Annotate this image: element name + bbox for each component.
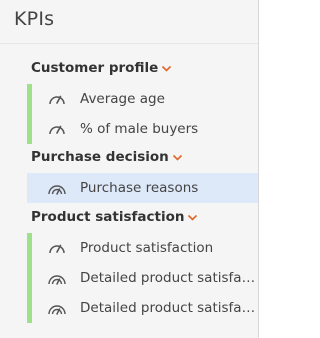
group-header-product-satisfaction[interactable]: Product satisfaction — [31, 209, 198, 225]
kpi-item-label: Detailed product satisfaction — [80, 270, 258, 286]
title-divider — [0, 43, 258, 44]
kpi-item-detailed-product-satisfaction[interactable]: Detailed product satisfaction — [27, 263, 258, 293]
gauge-icon — [49, 244, 65, 254]
kpi-item-label: % of male buyers — [80, 121, 199, 137]
kpi-item-product-satisfaction[interactable]: Product satisfaction — [27, 233, 258, 263]
multi-gauge-icon — [48, 185, 66, 195]
kpi-item-label: Purchase reasons — [80, 180, 199, 196]
panel-title: KPIs — [14, 8, 55, 30]
kpi-item-average-age[interactable]: Average age — [27, 84, 258, 114]
multi-gauge-icon — [48, 275, 66, 285]
multi-gauge-icon — [48, 305, 66, 315]
group-items-purchase-decision: Purchase reasons — [27, 173, 258, 203]
kpi-item-label: Average age — [80, 91, 165, 107]
group-label: Purchase decision — [31, 149, 169, 165]
kpi-item-label: Detailed product satisfaction — [80, 300, 258, 316]
chevron-down-icon — [162, 65, 172, 72]
group-header-purchase-decision[interactable]: Purchase decision — [31, 149, 183, 165]
kpi-item-detailed-product-satisfaction[interactable]: Detailed product satisfaction — [27, 293, 258, 323]
kpi-panel: KPIs Customer profile Average age % of m… — [0, 0, 259, 338]
group-label: Product satisfaction — [31, 209, 185, 225]
gauge-icon — [49, 125, 65, 135]
group-header-customer-profile[interactable]: Customer profile — [31, 60, 172, 76]
chevron-down-icon — [172, 154, 182, 161]
kpi-item-male-buyers[interactable]: % of male buyers — [27, 114, 258, 144]
gauge-icon — [49, 95, 65, 105]
kpi-item-purchase-reasons[interactable]: Purchase reasons — [27, 173, 258, 203]
group-items-product-satisfaction: Product satisfaction Detailed product sa… — [27, 233, 258, 323]
kpi-item-label: Product satisfaction — [80, 240, 214, 256]
group-items-customer-profile: Average age % of male buyers — [27, 84, 258, 144]
group-label: Customer profile — [31, 60, 159, 76]
chevron-down-icon — [188, 214, 198, 221]
